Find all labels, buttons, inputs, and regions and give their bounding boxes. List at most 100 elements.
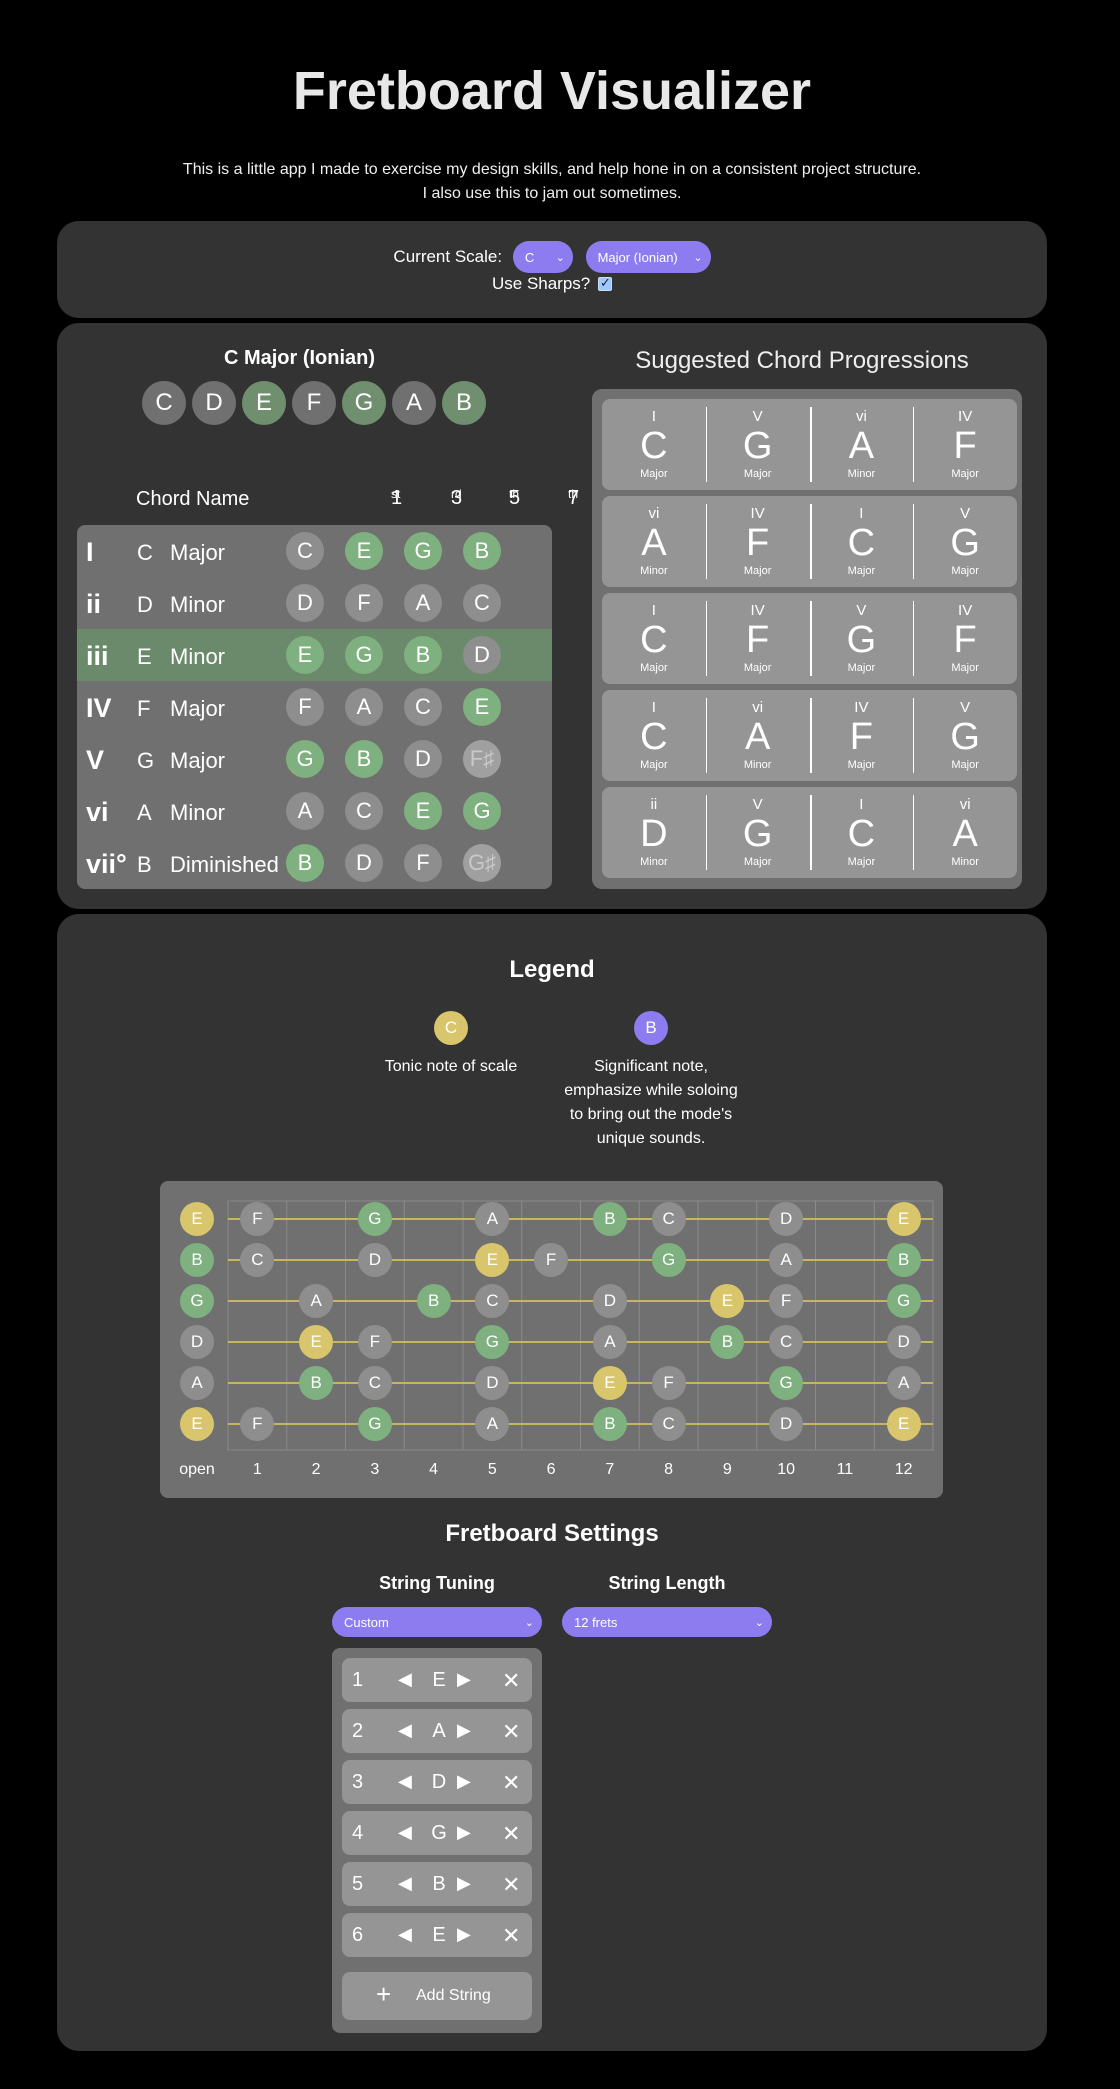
scale-note: E: [242, 381, 286, 425]
remove-string-icon[interactable]: ✕: [502, 1872, 520, 1898]
fretboard-note[interactable]: C: [651, 1202, 686, 1236]
tune-up-icon[interactable]: ▶: [457, 1873, 471, 1894]
mode-select-value: Major (Ionian): [597, 249, 678, 265]
tune-down-icon[interactable]: ◀: [398, 1771, 412, 1792]
fretboard-note[interactable]: C: [769, 1325, 804, 1359]
tune-up-icon[interactable]: ▶: [457, 1822, 471, 1843]
fretboard-note[interactable]: F: [534, 1243, 569, 1277]
fretboard-note[interactable]: E: [592, 1366, 627, 1400]
progression-chord-quality: Major: [743, 661, 772, 674]
fretboard-note[interactable]: D: [769, 1202, 804, 1236]
fretboard-note[interactable]: B: [299, 1366, 334, 1400]
add-string-button[interactable]: + Add String: [342, 1972, 532, 2020]
progression-chord-name: C: [640, 618, 668, 661]
string-note: D: [431, 1771, 447, 1793]
tune-down-icon[interactable]: ◀: [398, 1924, 412, 1945]
remove-string-icon[interactable]: ✕: [502, 1923, 520, 1949]
remove-string-icon[interactable]: ✕: [502, 1719, 520, 1745]
chord-note: E: [463, 688, 501, 726]
chord-note: F: [345, 584, 383, 622]
string-number: 3: [352, 1771, 364, 1793]
progression-numeral: IV: [854, 698, 869, 716]
use-sharps-checkbox[interactable]: [598, 275, 612, 291]
chord-row[interactable]: iii E Minor E G B D: [77, 629, 552, 681]
fretboard-note[interactable]: E: [299, 1325, 334, 1359]
legend-significant-text: Significant note, emphasize while soloing…: [551, 1055, 751, 1151]
tune-up-icon[interactable]: ▶: [457, 1771, 471, 1792]
fretboard-note[interactable]: D: [769, 1407, 804, 1441]
fretboard: EFGABCDEBCDEFGABGABCDEFGDEFGABCDABCDEFGA…: [160, 1181, 943, 1498]
fretboard-note[interactable]: B: [592, 1202, 627, 1236]
fretboard-note[interactable]: C: [651, 1407, 686, 1441]
remove-string-icon[interactable]: ✕: [502, 1821, 520, 1847]
fretboard-note[interactable]: G: [180, 1284, 214, 1318]
remove-string-icon[interactable]: ✕: [502, 1668, 520, 1694]
remove-string-icon[interactable]: ✕: [502, 1770, 520, 1796]
progression-chord: I C Major: [809, 496, 914, 587]
interval-header: 5th: [509, 487, 520, 512]
chord-progression[interactable]: I C Major IV F Major V G Major IV F Major: [602, 593, 1017, 684]
fretboard-note[interactable]: G: [357, 1202, 392, 1236]
fretboard-note[interactable]: C: [357, 1366, 392, 1400]
tune-down-icon[interactable]: ◀: [398, 1720, 412, 1741]
chord-row[interactable]: ii D Minor D F A C: [77, 577, 552, 629]
chord-quality: Major: [170, 696, 226, 721]
tuning-select[interactable]: Custom ⌄: [332, 1607, 542, 1637]
fretboard-note[interactable]: D: [357, 1243, 392, 1277]
fretboard-note[interactable]: A: [769, 1243, 804, 1277]
roman-numeral: vi: [86, 797, 109, 827]
fretboard-note[interactable]: E: [886, 1202, 921, 1236]
tune-down-icon[interactable]: ◀: [398, 1669, 412, 1690]
chord-row[interactable]: vi A Minor A C E G: [77, 785, 552, 837]
fretboard-note[interactable]: E: [180, 1407, 214, 1441]
fretboard-note[interactable]: D: [592, 1284, 627, 1318]
chord-progression[interactable]: I C Major vi A Minor IV F Major V G Major: [602, 690, 1017, 781]
fretboard-note[interactable]: B: [886, 1243, 921, 1277]
chord-row[interactable]: I C Major C E G B: [77, 525, 552, 577]
length-select[interactable]: 12 frets ⌄: [562, 1607, 772, 1637]
fretboard-note[interactable]: F: [651, 1366, 686, 1400]
progression-chord-quality: Major: [743, 467, 772, 480]
chord-row[interactable]: V G Major G B D F♯: [77, 733, 552, 785]
fretboard-note[interactable]: E: [886, 1407, 921, 1441]
fretboard-note[interactable]: G: [357, 1407, 392, 1441]
fretboard-note[interactable]: G: [769, 1366, 804, 1400]
roman-numeral: iii: [86, 641, 109, 671]
chord-row[interactable]: IV F Major F A C E: [77, 681, 552, 733]
chord-row[interactable]: vii° B Diminished B D F G♯: [77, 837, 552, 889]
tune-up-icon[interactable]: ▶: [457, 1669, 471, 1690]
mode-select[interactable]: Major (Ionian) ⌄: [585, 241, 711, 273]
tune-up-icon[interactable]: ▶: [457, 1720, 471, 1741]
fret-number: 11: [836, 1461, 854, 1478]
fretboard-note[interactable]: A: [592, 1325, 627, 1359]
fretboard-note[interactable]: G: [651, 1243, 686, 1277]
fretboard-note[interactable]: F: [357, 1325, 392, 1359]
chord-progression[interactable]: vi A Minor IV F Major I C Major V G Major: [602, 496, 1017, 587]
fretboard-note[interactable]: D: [180, 1325, 214, 1359]
fretboard-note[interactable]: A: [180, 1366, 214, 1400]
fretboard-note[interactable]: A: [299, 1284, 334, 1318]
fretboard-note[interactable]: B: [180, 1243, 214, 1277]
progressions-list: I C Major V G Major vi A Minor IV F Major vi A Minor IV…: [592, 389, 1022, 889]
fretboard-note[interactable]: G: [886, 1284, 921, 1318]
fretboard-note[interactable]: B: [416, 1284, 451, 1318]
tune-down-icon[interactable]: ◀: [398, 1822, 412, 1843]
fretboard-note[interactable]: B: [592, 1407, 627, 1441]
chord-progression[interactable]: I C Major V G Major vi A Minor IV F Major: [602, 399, 1017, 490]
fret-number: open: [179, 1461, 215, 1478]
fretboard-note[interactable]: F: [769, 1284, 804, 1318]
fretboard-note[interactable]: A: [886, 1366, 921, 1400]
key-select[interactable]: C ⌄: [512, 241, 573, 273]
chord-note: A: [286, 792, 324, 830]
chord-note: G: [463, 792, 501, 830]
chord-progression[interactable]: ii D Minor V G Major I C Major vi A Minor: [602, 787, 1017, 878]
progression-chord-name: C: [640, 424, 668, 467]
fret-number: 3: [370, 1461, 380, 1478]
chord-note: D: [463, 636, 501, 674]
fretboard-note[interactable]: E: [180, 1202, 214, 1236]
tune-down-icon[interactable]: ◀: [398, 1873, 412, 1894]
fret-number: 7: [605, 1461, 615, 1478]
fretboard-note[interactable]: D: [886, 1325, 921, 1359]
progression-chord-quality: Major: [847, 564, 876, 577]
tune-up-icon[interactable]: ▶: [457, 1924, 471, 1945]
